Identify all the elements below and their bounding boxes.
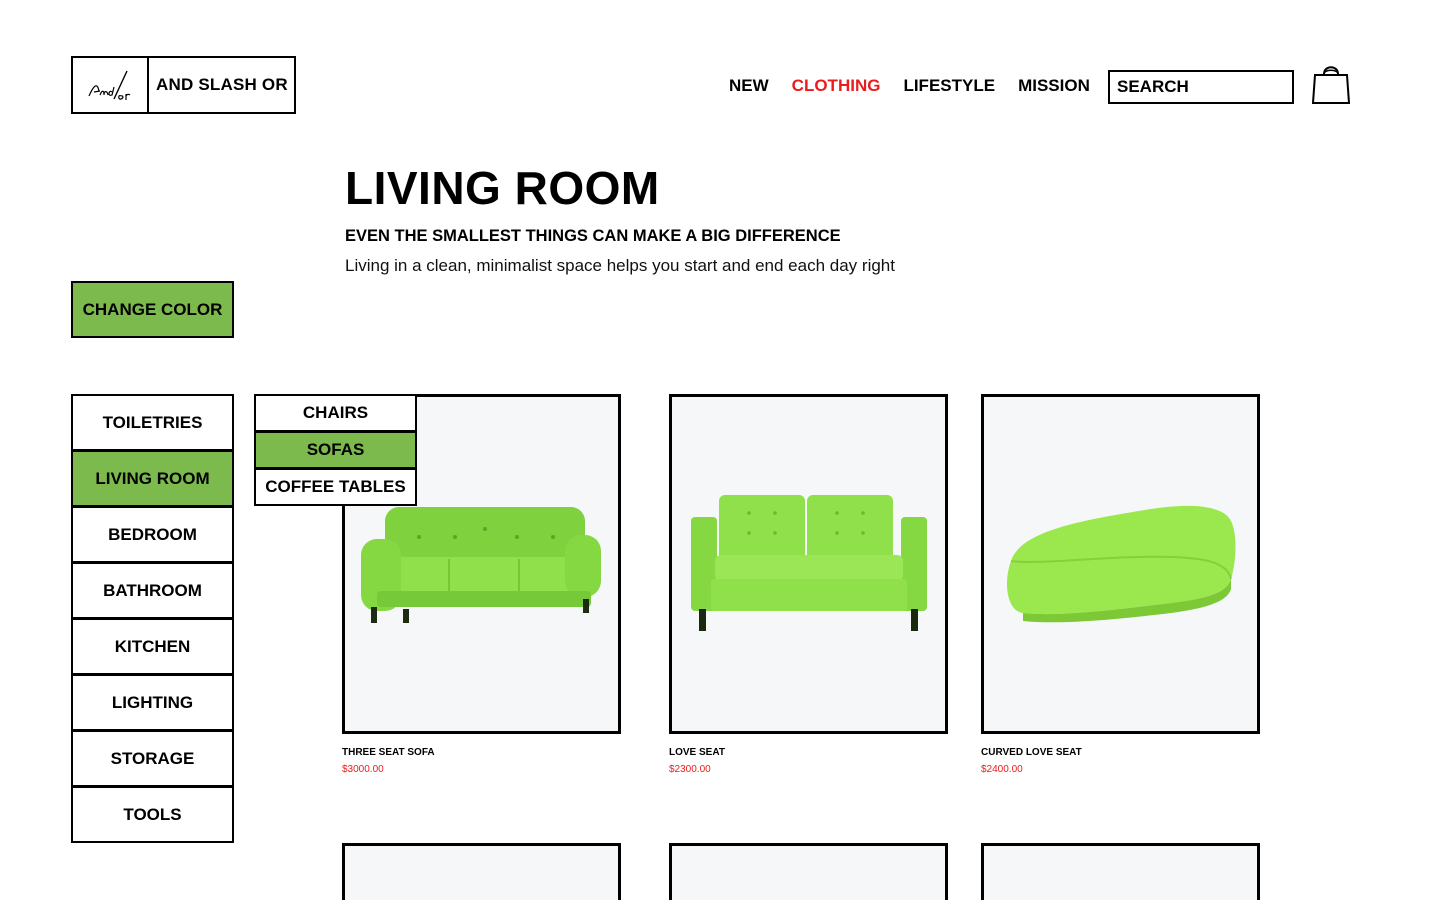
- category-sidebar: TOILETRIES LIVING ROOM BEDROOM BATHROOM …: [71, 394, 234, 843]
- category-toiletries[interactable]: TOILETRIES: [71, 394, 234, 451]
- main-nav: NEW CLOTHING LIFESTYLE MISSION: [729, 76, 1090, 96]
- subcategory-coffee-tables[interactable]: COFFEE TABLES: [254, 468, 417, 506]
- category-lighting[interactable]: LIGHTING: [71, 674, 234, 731]
- product-name[interactable]: CURVED LOVE SEAT: [981, 747, 1260, 758]
- product-image-love-seat[interactable]: [669, 394, 948, 734]
- subcategory-sofas[interactable]: SOFAS: [254, 431, 417, 469]
- product-card: CURVED LOVE SEAT $2400.00: [981, 394, 1260, 775]
- brand-logo[interactable]: AND SLASH OR: [71, 56, 296, 114]
- shopping-bag-icon[interactable]: [1311, 60, 1351, 106]
- logo-signature-mark: [73, 58, 149, 112]
- subcategory-menu: CHAIRS SOFAS COFFEE TABLES: [254, 394, 417, 506]
- product-price: $3000.00: [342, 764, 384, 775]
- product-price: $2400.00: [981, 764, 1023, 775]
- nav-new[interactable]: NEW: [729, 76, 769, 96]
- product-name[interactable]: LOVE SEAT: [669, 747, 948, 758]
- category-bedroom[interactable]: BEDROOM: [71, 506, 234, 563]
- page-description: Living in a clean, minimalist space help…: [345, 256, 895, 275]
- nav-clothing[interactable]: CLOTHING: [792, 76, 881, 96]
- product-card-partial[interactable]: [981, 843, 1260, 900]
- subcategory-chairs[interactable]: CHAIRS: [254, 394, 417, 432]
- nav-lifestyle[interactable]: LIFESTYLE: [903, 76, 995, 96]
- page: AND SLASH OR NEW CLOTHING LIFESTYLE MISS…: [0, 0, 1440, 900]
- category-tools[interactable]: TOOLS: [71, 786, 234, 843]
- nav-mission[interactable]: MISSION: [1018, 76, 1090, 96]
- brand-name: AND SLASH OR: [156, 75, 288, 94]
- product-card-partial[interactable]: [669, 843, 948, 900]
- product-card: LOVE SEAT $2300.00: [669, 394, 948, 775]
- category-bathroom[interactable]: BATHROOM: [71, 562, 234, 619]
- hero-section: LIVING ROOM EVEN THE SMALLEST THINGS CAN…: [345, 162, 895, 276]
- product-name[interactable]: THREE SEAT SOFA: [342, 747, 621, 758]
- category-storage[interactable]: STORAGE: [71, 730, 234, 787]
- category-kitchen[interactable]: KITCHEN: [71, 618, 234, 675]
- category-living-room[interactable]: LIVING ROOM: [71, 450, 234, 507]
- product-card-partial[interactable]: [342, 843, 621, 900]
- page-title: LIVING ROOM: [345, 162, 660, 214]
- search-input[interactable]: [1108, 70, 1294, 104]
- change-color-button[interactable]: CHANGE COLOR: [71, 281, 234, 338]
- product-price: $2300.00: [669, 764, 711, 775]
- product-image-curved-love-seat[interactable]: [981, 394, 1260, 734]
- page-subtitle: EVEN THE SMALLEST THINGS CAN MAKE A BIG …: [345, 227, 841, 245]
